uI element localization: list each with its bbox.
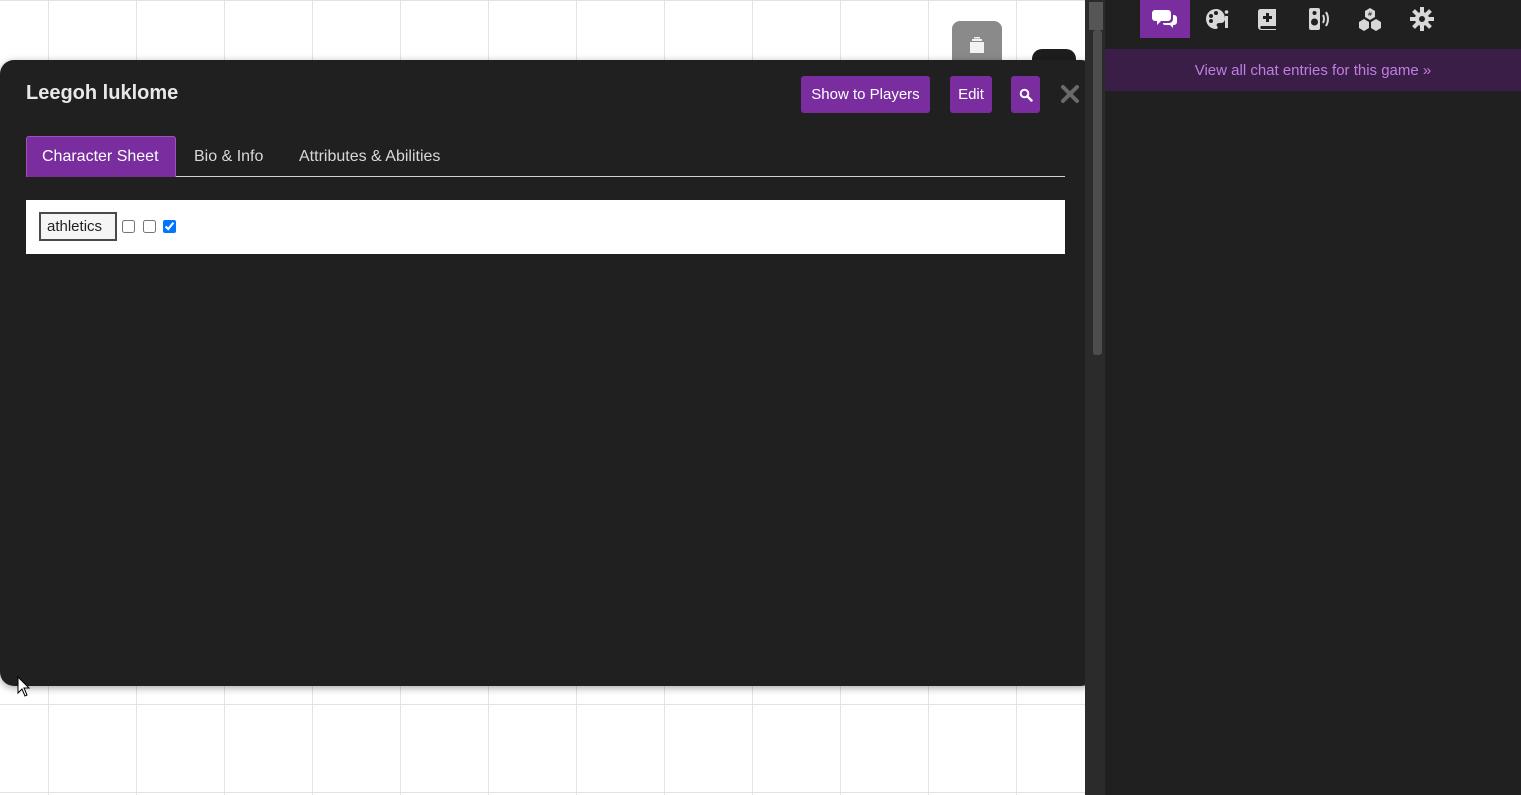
- tab-character-sheet[interactable]: Character Sheet: [26, 136, 176, 177]
- sidebar-tab-chat[interactable]: [1140, 0, 1190, 38]
- chat-archive-banner: View all chat entries for this game »: [1105, 49, 1521, 91]
- page-scrollbar[interactable]: [1085, 0, 1105, 795]
- edit-button[interactable]: Edit: [950, 76, 992, 113]
- sheet-tabs: Character Sheet Bio & Info Attributes & …: [26, 136, 1065, 177]
- show-to-players-button[interactable]: Show to Players: [801, 76, 930, 113]
- tab-bio-info[interactable]: Bio & Info: [194, 136, 263, 177]
- jukebox-icon: [1309, 8, 1329, 30]
- sidebar-tab-collections[interactable]: #: [1345, 0, 1395, 38]
- dialog-title: Leegoh luklome: [26, 82, 179, 104]
- sidebar-tab-bar: #: [1105, 0, 1521, 44]
- svg-text:#: #: [1367, 11, 1372, 18]
- settings-icon: [1410, 7, 1434, 31]
- stack-icon: [970, 37, 984, 53]
- search-button[interactable]: [1011, 76, 1040, 113]
- sidebar-tab-art-library[interactable]: [1192, 0, 1242, 38]
- art-library-icon: [1206, 9, 1229, 29]
- collections-icon: #: [1359, 8, 1381, 31]
- skill-input[interactable]: [39, 212, 117, 241]
- skill-checkbox-1[interactable]: [122, 220, 135, 233]
- character-sheet-dialog: Leegoh luklome Show to Players Edit Char…: [0, 60, 1095, 686]
- sidebar-tab-jukebox[interactable]: [1294, 0, 1344, 38]
- sidebar-tab-settings[interactable]: [1397, 0, 1447, 38]
- view-all-chat-link[interactable]: View all chat entries for this game »: [1195, 62, 1432, 79]
- right-sidebar: # View all chat entries for this game »: [1105, 0, 1521, 795]
- tab-attributes-abilities[interactable]: Attributes & Abilities: [299, 136, 440, 177]
- character-sheet-content: [26, 200, 1065, 254]
- mouse-cursor-icon: [17, 676, 31, 697]
- chat-icon: [1152, 10, 1177, 28]
- skill-checkbox-3[interactable]: [163, 220, 176, 233]
- search-icon: [1019, 88, 1033, 102]
- journal-icon: [1257, 9, 1276, 30]
- scrollbar-thumb[interactable]: [1093, 30, 1102, 355]
- close-icon[interactable]: [1060, 84, 1080, 104]
- scrollbar-top-button[interactable]: [1089, 2, 1103, 30]
- skill-checkbox-2[interactable]: [143, 220, 156, 233]
- sidebar-tab-journal[interactable]: [1243, 0, 1293, 38]
